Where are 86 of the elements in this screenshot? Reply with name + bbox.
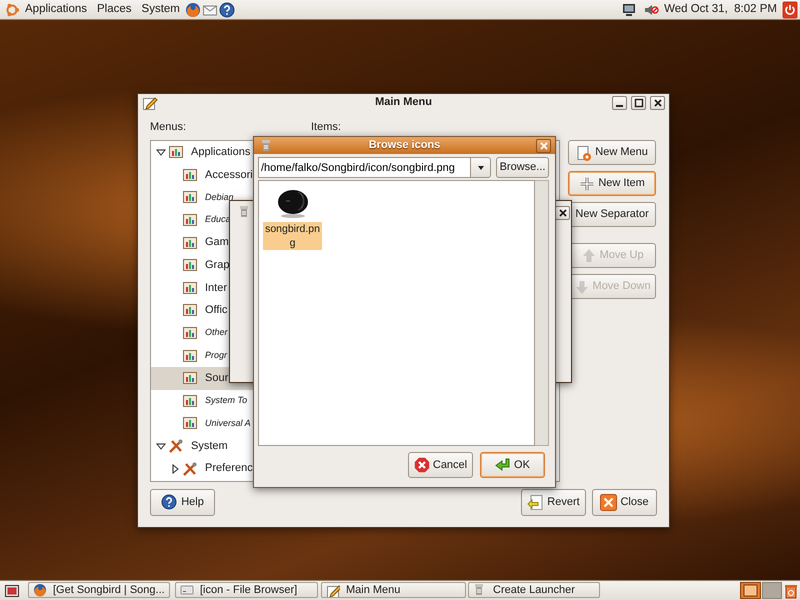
caret-icon <box>476 164 486 172</box>
items-label: Items: <box>311 120 341 135</box>
close-button[interactable] <box>555 206 570 220</box>
window-title: Main Menu <box>375 95 432 110</box>
close-icon <box>556 207 568 219</box>
category-icon <box>182 257 198 274</box>
panel-menu[interactable]: Applications <box>20 0 92 18</box>
close-icon <box>538 140 550 152</box>
category-icon <box>182 325 198 342</box>
help-icon <box>161 494 178 511</box>
cancel-button[interactable]: Cancel <box>408 452 473 478</box>
category-icon <box>182 212 198 228</box>
power-icon[interactable] <box>782 0 798 18</box>
tree-item[interactable]: Debian <box>151 186 302 209</box>
taskbar-button[interactable]: Create Launcher <box>468 582 600 598</box>
app-icon <box>260 139 272 153</box>
help-icon[interactable] <box>218 2 235 18</box>
path-field[interactable]: /home/falko/Songbird/icon/songbird.png <box>258 157 470 178</box>
category-icon <box>168 144 184 160</box>
dropdown-button[interactable] <box>470 157 491 178</box>
category-icon <box>182 415 198 432</box>
tree-item[interactable]: System To <box>151 390 302 412</box>
drive-icon <box>180 583 194 597</box>
category-icon <box>182 370 198 386</box>
cancel-icon <box>414 457 430 473</box>
category-icon <box>182 280 198 296</box>
minimize-button[interactable] <box>612 96 627 110</box>
tree-item[interactable]: Preferenc <box>151 457 302 480</box>
category-icon <box>182 302 198 318</box>
help-button[interactable]: Help <box>150 489 215 516</box>
close-button[interactable]: Close <box>592 489 657 516</box>
tree-item[interactable]: Universal A <box>151 412 302 435</box>
edit-icon <box>142 95 158 111</box>
close-icon <box>652 97 664 109</box>
scrollbar[interactable] <box>535 180 549 446</box>
app-icon <box>238 205 250 219</box>
panel-menu[interactable]: Places <box>92 0 137 18</box>
firefox-icon <box>33 583 47 597</box>
ubuntu-logo-icon[interactable] <box>4 2 20 18</box>
category-icon <box>182 234 198 251</box>
tree-item[interactable]: Offic <box>151 299 302 322</box>
category-icon <box>182 189 198 206</box>
browse-button[interactable]: Browse... <box>496 157 549 178</box>
trash-icon[interactable] <box>783 583 799 599</box>
category-icon <box>182 348 198 364</box>
tools-icon <box>182 460 198 477</box>
network-monitor-icon[interactable] <box>621 2 638 18</box>
workspace-switcher-icon[interactable] <box>740 582 761 599</box>
expander-icon[interactable] <box>156 441 166 452</box>
new-menu-button[interactable]: New Menu <box>568 140 656 165</box>
panel-menu[interactable]: System <box>136 0 185 18</box>
tree-item[interactable]: Other <box>151 322 302 344</box>
close-button[interactable] <box>536 139 551 153</box>
show-desktop-icon[interactable] <box>4 582 20 598</box>
category-icon <box>182 392 198 409</box>
close-icon <box>600 494 618 511</box>
tree-item[interactable]: Progr <box>151 344 302 367</box>
maximize-icon <box>632 97 644 109</box>
tools-icon <box>168 438 184 454</box>
menus-label: Menus: <box>150 120 188 135</box>
taskbar-button[interactable]: Main Menu <box>321 582 466 598</box>
maximize-button[interactable] <box>631 96 646 110</box>
tree-item[interactable]: Grap <box>151 254 302 277</box>
plus-icon <box>579 176 596 192</box>
new-item-button[interactable]: New Item <box>568 171 656 196</box>
icon-label[interactable]: songbird.png <box>263 222 322 250</box>
tree-item[interactable]: Inter <box>151 276 302 300</box>
expander-icon[interactable] <box>156 147 166 158</box>
taskbar-button[interactable]: [Get Songbird | Song... <box>28 582 170 598</box>
up-arrow-icon <box>580 248 597 264</box>
ok-button[interactable]: OK <box>480 452 545 478</box>
taskbar-button[interactable]: [icon - File Browser] <box>175 582 318 598</box>
revert-button[interactable]: Revert <box>521 489 586 516</box>
close-button[interactable] <box>650 96 665 110</box>
revert-icon <box>527 494 544 511</box>
dialog-title: Browse icons <box>368 138 440 154</box>
minimize-icon <box>616 105 623 107</box>
new-menu-icon <box>576 144 592 160</box>
expander-icon[interactable] <box>170 464 180 474</box>
edit-icon <box>326 583 340 597</box>
down-arrow-icon <box>574 278 590 294</box>
tree-item[interactable]: System <box>151 434 302 458</box>
workspace-switcher-icon[interactable] <box>762 582 782 599</box>
clock[interactable]: Wed Oct 31, 8:02 PM <box>659 0 782 18</box>
firefox-icon[interactable] <box>184 2 201 18</box>
category-icon <box>182 166 198 183</box>
